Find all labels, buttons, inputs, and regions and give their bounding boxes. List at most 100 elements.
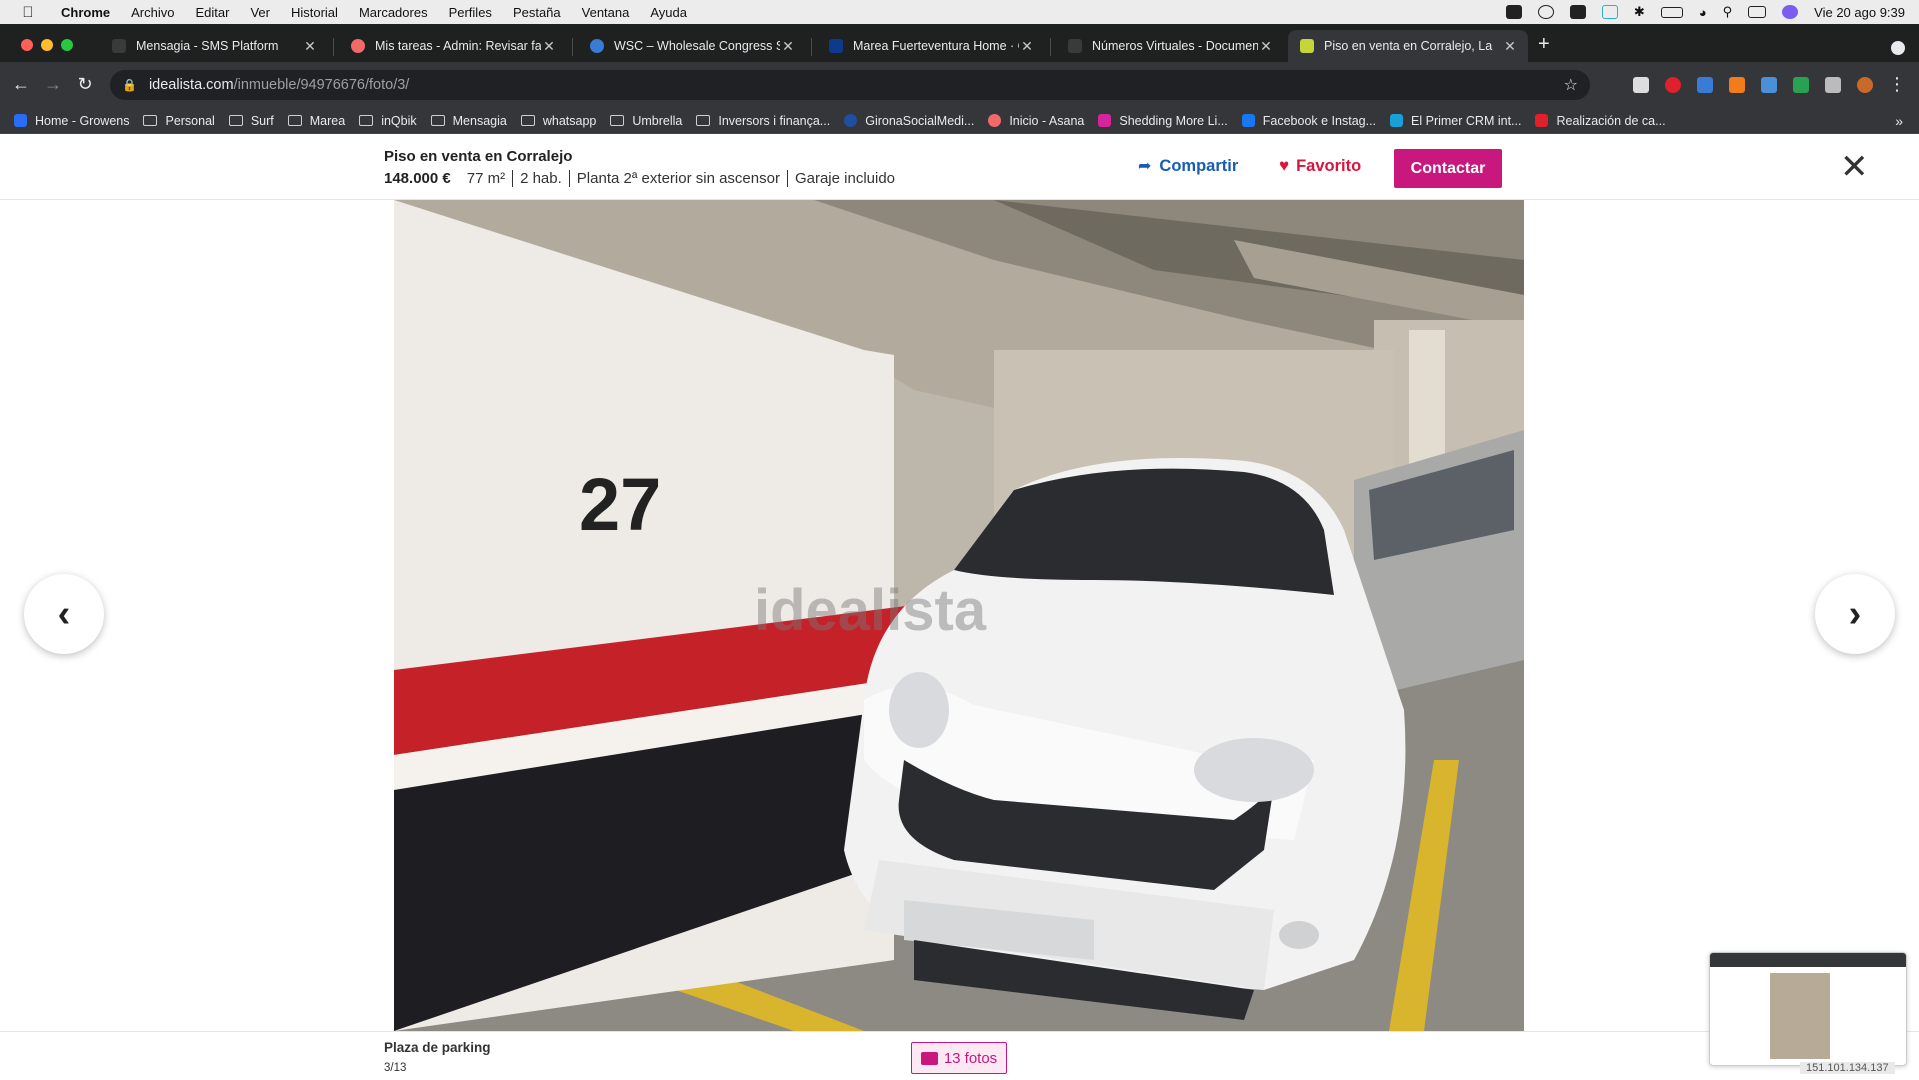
menu-ventana[interactable]: Ventana bbox=[582, 5, 630, 20]
gmail-extension-icon[interactable] bbox=[1633, 77, 1649, 93]
menu-ver[interactable]: Ver bbox=[250, 5, 270, 20]
tab-wsc[interactable]: WSC – Wholesale Congress Se ✕ bbox=[578, 30, 806, 62]
tab-close-icon[interactable]: ✕ bbox=[1258, 38, 1274, 55]
bookmark-label: Personal bbox=[165, 113, 215, 128]
bookmark-primer-crm[interactable]: El Primer CRM int... bbox=[1390, 114, 1521, 128]
bookmark-home-growens[interactable]: Home - Growens bbox=[14, 114, 129, 128]
battery-icon[interactable] bbox=[1660, 6, 1683, 18]
dashlane-icon[interactable] bbox=[1601, 5, 1618, 19]
bookmark-star-icon[interactable]: ☆ bbox=[1564, 75, 1578, 95]
photo-gallery: 27 idealista ‹ › bbox=[0, 200, 1919, 1031]
folder-icon bbox=[287, 115, 302, 126]
menu-historial[interactable]: Historial bbox=[291, 5, 338, 20]
previous-photo-chevron-left-icon[interactable]: ‹ bbox=[24, 574, 104, 654]
bookmark-folder-surf[interactable]: Surf bbox=[228, 114, 274, 128]
reload-icon[interactable]: ↻ bbox=[73, 73, 97, 95]
favorite-label: Favorito bbox=[1296, 156, 1362, 175]
sumo-extension-icon[interactable] bbox=[1729, 77, 1745, 93]
idealista-watermark: idealista bbox=[754, 578, 987, 643]
puzzle-extensions-icon[interactable] bbox=[1825, 77, 1841, 93]
idealista-favicon-icon bbox=[1300, 39, 1314, 53]
share-button[interactable]: ➦ Compartir bbox=[1138, 156, 1238, 176]
tab-close-icon[interactable]: ✕ bbox=[1019, 38, 1035, 55]
bookmark-folder-marea[interactable]: Marea bbox=[287, 113, 346, 128]
analytics-extension-icon[interactable] bbox=[1761, 77, 1777, 93]
tab-close-icon[interactable]: ✕ bbox=[1502, 38, 1518, 55]
booking-favicon-icon bbox=[829, 39, 843, 53]
close-gallery-icon[interactable]: ✕ bbox=[1840, 150, 1869, 184]
instagram-favicon-icon bbox=[1098, 114, 1112, 127]
bookmark-shedding-more[interactable]: Shedding More Li... bbox=[1098, 114, 1228, 128]
bluetooth-icon[interactable]: ✱ bbox=[1634, 4, 1645, 20]
window-minimize-icon[interactable] bbox=[41, 39, 53, 51]
bookmark-folder-umbrella[interactable]: Umbrella bbox=[610, 114, 682, 128]
menu-pestana[interactable]: Pestaña bbox=[513, 5, 561, 20]
bookmark-folder-whatsapp[interactable]: whatsapp bbox=[520, 114, 596, 128]
creative-cloud-icon[interactable] bbox=[1537, 5, 1554, 19]
menu-ayuda[interactable]: Ayuda bbox=[650, 5, 687, 20]
all-photos-button[interactable]: 13 fotos bbox=[911, 1042, 1007, 1074]
menu-app-name[interactable]: Chrome bbox=[61, 5, 110, 20]
bookmark-facebook-instagram[interactable]: Facebook e Instag... bbox=[1241, 113, 1377, 128]
siri-icon[interactable] bbox=[1782, 5, 1799, 19]
bookmark-label: Inicio - Asana bbox=[1009, 113, 1085, 128]
folder-icon bbox=[228, 115, 243, 126]
window-grid-icon[interactable] bbox=[1569, 5, 1586, 19]
profile-avatar[interactable] bbox=[1857, 77, 1873, 93]
tab-marea[interactable]: Marea Fuerteventura Home · C ✕ bbox=[817, 30, 1045, 62]
bookmark-label: Marea bbox=[309, 113, 346, 128]
spotlight-search-icon[interactable]: ⚲ bbox=[1723, 4, 1733, 20]
tab-close-icon[interactable]: ✕ bbox=[302, 38, 318, 55]
tab-search-icon[interactable] bbox=[1891, 41, 1905, 55]
menubar-clock[interactable]: Vie 20 ago 9:39 bbox=[1814, 5, 1905, 20]
listing-photo[interactable]: 27 idealista bbox=[394, 200, 1524, 1031]
tab-close-icon[interactable]: ✕ bbox=[541, 38, 557, 55]
menu-perfiles[interactable]: Perfiles bbox=[449, 5, 492, 20]
screenshot-thumbnail-preview[interactable] bbox=[1709, 952, 1907, 1066]
tab-title: Marea Fuerteventura Home · C bbox=[853, 39, 1019, 53]
tab-close-icon[interactable]: ✕ bbox=[780, 38, 796, 55]
bookmark-folder-inqbik[interactable]: inQbik bbox=[359, 114, 417, 128]
menu-marcadores[interactable]: Marcadores bbox=[359, 5, 428, 20]
contact-button[interactable]: Contactar bbox=[1394, 149, 1502, 188]
photo-caption: Plaza de parking bbox=[384, 1040, 491, 1055]
bookmark-folder-inversors[interactable]: Inversors i finança... bbox=[696, 114, 830, 128]
favorite-button[interactable]: ♥ Favorito bbox=[1279, 156, 1361, 176]
tab-mensagia[interactable]: Mensagia - SMS Platform ✕ bbox=[100, 30, 328, 62]
bookmark-label: GironaSocialMedi... bbox=[865, 113, 975, 128]
sheets-extension-icon[interactable] bbox=[1793, 77, 1809, 93]
pushbullet-extension-icon[interactable] bbox=[1697, 77, 1713, 93]
chrome-menu-kebab-icon[interactable]: ⋮ bbox=[1885, 73, 1909, 95]
chrome-toolbar: ← → ↻ 🔒 idealista.com/inmueble/94976676/… bbox=[0, 62, 1919, 108]
apple-menu-icon[interactable]:  bbox=[17, 1, 39, 23]
window-maximize-icon[interactable] bbox=[61, 39, 73, 51]
window-close-icon[interactable] bbox=[21, 39, 33, 51]
tab-idealista-active[interactable]: Piso en venta en Corralejo, La ✕ bbox=[1288, 30, 1528, 62]
folder-icon bbox=[359, 115, 374, 126]
control-center-icon[interactable] bbox=[1748, 6, 1767, 18]
listing-price: 148.000 € bbox=[384, 170, 451, 187]
menu-editar[interactable]: Editar bbox=[195, 5, 229, 20]
next-photo-chevron-right-icon[interactable]: › bbox=[1815, 574, 1895, 654]
lock-icon[interactable]: 🔒 bbox=[122, 78, 137, 92]
tab-asana[interactable]: Mis tareas - Admin: Revisar fac ✕ bbox=[339, 30, 567, 62]
menu-archivo[interactable]: Archivo bbox=[131, 5, 174, 20]
bookmark-label: Facebook e Instag... bbox=[1262, 113, 1377, 128]
bookmark-realizacion[interactable]: Realización de ca... bbox=[1535, 114, 1666, 128]
abp-extension-icon[interactable] bbox=[1665, 77, 1681, 93]
url-path: /inmueble/94976676/foto/3/ bbox=[233, 77, 410, 93]
new-tab-plus-icon[interactable]: + bbox=[1538, 34, 1550, 54]
shield-check-icon[interactable] bbox=[1505, 5, 1522, 19]
address-bar[interactable]: 🔒 idealista.com/inmueble/94976676/foto/3… bbox=[110, 70, 1590, 100]
bookmark-folder-personal[interactable]: Personal bbox=[143, 113, 215, 128]
adobe-favicon-icon bbox=[1535, 114, 1549, 127]
bookmark-folder-mensagia[interactable]: Mensagia bbox=[430, 114, 507, 128]
asana-favicon-icon bbox=[351, 39, 365, 53]
tab-numeros-virtuales[interactable]: Números Virtuales - Document ✕ bbox=[1056, 30, 1284, 62]
bookmark-gironasocialmedia[interactable]: GironaSocialMedi... bbox=[844, 114, 974, 128]
wifi-icon[interactable]: ◕ bbox=[1699, 5, 1707, 20]
back-arrow-icon[interactable]: ← bbox=[9, 73, 33, 95]
forward-arrow-icon[interactable]: → bbox=[41, 73, 65, 95]
bookmark-asana[interactable]: Inicio - Asana bbox=[988, 114, 1084, 128]
bookmarks-overflow-chevron-icon[interactable]: » bbox=[1895, 113, 1903, 129]
